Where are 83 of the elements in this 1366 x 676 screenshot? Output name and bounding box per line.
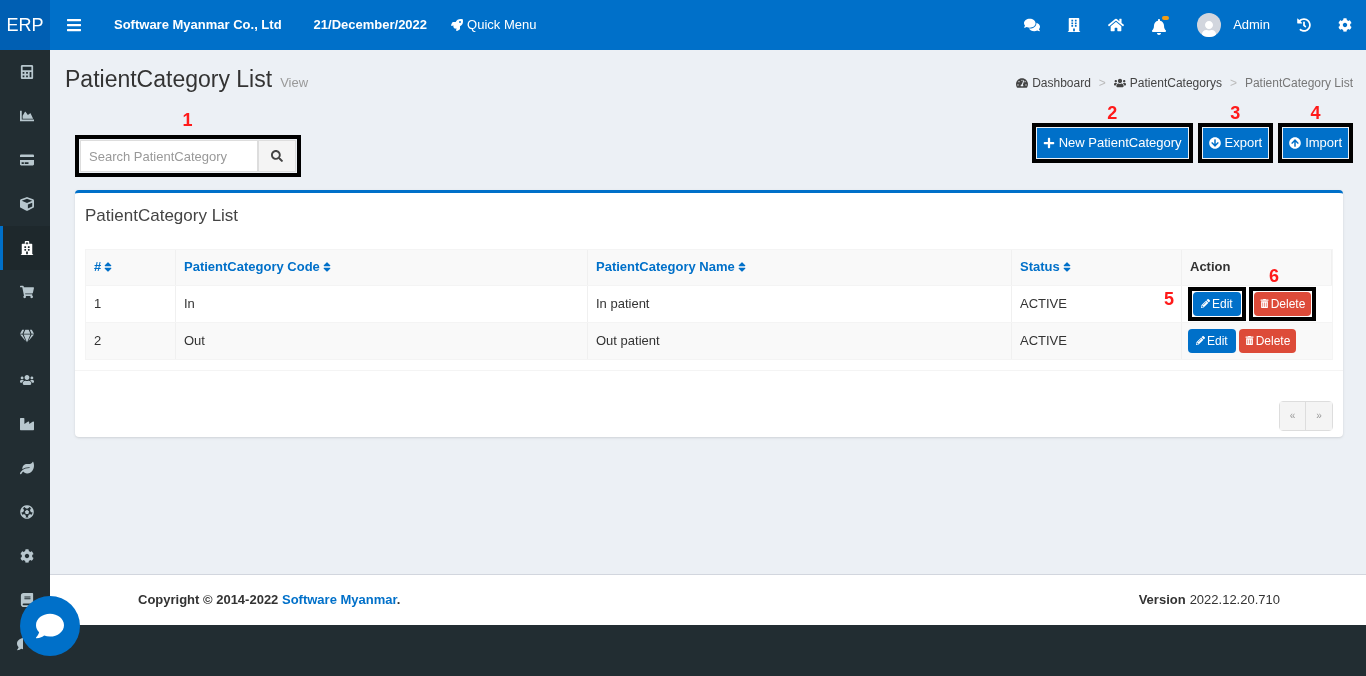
copyright-text: Copyright © 2014-2022 Software Myanmar.: [138, 591, 401, 610]
user-name[interactable]: Admin: [1233, 15, 1270, 35]
pencil-icon: [1201, 299, 1210, 308]
settings-icon[interactable]: [19, 549, 34, 563]
version-number: 2022.12.20.710: [1189, 591, 1280, 610]
page-subtitle: View: [280, 73, 309, 92]
settings-icon[interactable]: [1338, 18, 1352, 32]
sort-icon: [321, 261, 332, 273]
avatar[interactable]: [1197, 13, 1222, 37]
dashboard-icon: [1016, 77, 1029, 89]
trash-icon: [1244, 336, 1254, 345]
comment-icon[interactable]: [17, 637, 23, 651]
rocket-icon: [451, 19, 464, 31]
delete-button[interactable]: Delete: [1238, 328, 1297, 353]
users-icon: [1113, 77, 1126, 89]
sort-icon: [103, 261, 114, 273]
pencil-icon: [1196, 336, 1205, 345]
panel-title: PatientCategory List: [84, 205, 240, 227]
upload-icon: [1289, 137, 1302, 149]
action-button[interactable]: Export: [1202, 128, 1269, 158]
chat-icon: [36, 612, 64, 640]
factory-icon[interactable]: [19, 417, 34, 431]
table-cell: 1: [86, 285, 176, 322]
search-button[interactable]: [258, 140, 296, 172]
plus-icon: [1042, 137, 1055, 149]
callout-number: 6: [1269, 265, 1279, 286]
date-text: 21/December/2022: [313, 16, 428, 35]
column-header[interactable]: Status: [1012, 249, 1182, 285]
next-page-button[interactable]: »: [1306, 401, 1332, 430]
edit-button[interactable]: Edit: [1188, 328, 1236, 353]
book-icon[interactable]: [19, 593, 34, 607]
breadcrumb-link[interactable]: PatientCategorys: [1113, 74, 1222, 92]
history-icon[interactable]: [1297, 18, 1311, 32]
breadcrumb-link[interactable]: Dashboard: [1016, 74, 1091, 92]
table-cell: Out patient: [588, 322, 1012, 359]
action-button[interactable]: New PatientCategory: [1036, 128, 1188, 158]
chat-icon[interactable]: [1024, 17, 1041, 33]
logo[interactable]: ERP: [0, 0, 50, 50]
breadcrumb-separator: >: [1229, 75, 1237, 92]
search-icon: [271, 150, 283, 162]
delete-button[interactable]: Delete: [1253, 291, 1312, 316]
cube-icon[interactable]: [19, 197, 34, 211]
table-cell: 2: [86, 322, 176, 359]
previous-page-button[interactable]: «: [1280, 401, 1306, 430]
bell-icon: [1151, 18, 1168, 35]
building-icon[interactable]: [1067, 18, 1082, 32]
table-cell: In: [176, 285, 588, 322]
column-header[interactable]: PatientCategory Name: [588, 249, 1012, 285]
breadcrumb-current: PatientCategory List: [1244, 75, 1353, 92]
table-cell: In patient: [588, 285, 1012, 322]
sort-icon: [1061, 261, 1072, 273]
table-cell: Out: [176, 322, 588, 359]
callout-number: 2: [1107, 103, 1118, 123]
home-icon[interactable]: [1108, 17, 1125, 33]
gem-icon[interactable]: [19, 329, 34, 343]
action-button[interactable]: Import: [1283, 128, 1348, 158]
table-cell: ACTIVE: [1012, 322, 1182, 359]
cart-icon[interactable]: [19, 285, 34, 299]
column-header[interactable]: #: [86, 249, 176, 285]
company-link[interactable]: Software Myanmar: [281, 592, 397, 608]
notifications-button[interactable]: [1151, 15, 1171, 35]
sort-icon: [736, 261, 747, 273]
calculator-icon[interactable]: [19, 65, 34, 79]
search-field[interactable]: Search PatientCategory: [80, 140, 258, 172]
credit-card-icon[interactable]: [19, 153, 34, 167]
users-icon[interactable]: [19, 373, 34, 387]
download-icon: [1208, 137, 1221, 149]
version-label: Version: [1138, 591, 1186, 610]
leaf-icon[interactable]: [19, 461, 34, 475]
quick-menu-button[interactable]: Quick Menu: [451, 15, 537, 35]
callout-number: 5: [1164, 288, 1174, 309]
area-chart-icon[interactable]: [19, 109, 34, 123]
page-title: PatientCategory List: [65, 65, 273, 93]
callout-number: 1: [182, 110, 193, 130]
company-name: Software Myanmar Co., Ltd: [114, 16, 282, 35]
menu-icon[interactable]: [66, 17, 82, 33]
column-header[interactable]: PatientCategory Code: [176, 249, 588, 285]
callout-number: 4: [1310, 103, 1321, 123]
trash-icon: [1259, 299, 1269, 308]
breadcrumb-separator: >: [1098, 75, 1106, 92]
edit-button[interactable]: Edit: [1193, 291, 1241, 316]
callout-number: 3: [1230, 103, 1241, 123]
hospital-icon[interactable]: [19, 241, 34, 255]
